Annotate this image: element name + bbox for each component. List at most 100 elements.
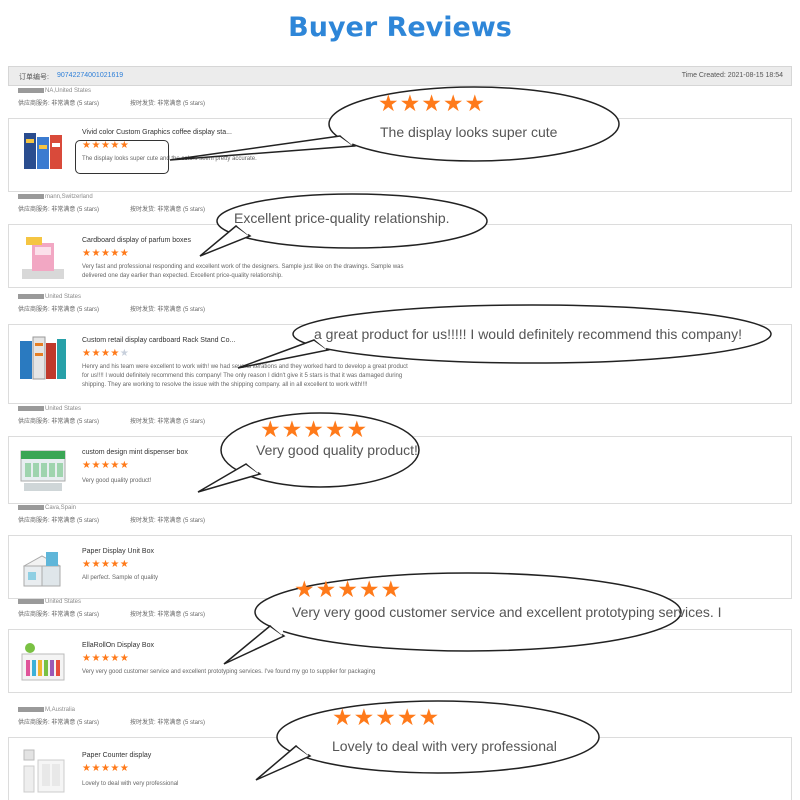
star-filled-icon: ★: [337, 576, 359, 602]
callout-quote: Very very good customer service and exce…: [292, 604, 722, 620]
review-text: Lovely to deal with very professional: [82, 781, 179, 787]
redacted-name: [18, 88, 44, 93]
star-filled-icon: ★: [358, 576, 381, 602]
star-filled-icon: ★: [91, 348, 101, 359]
star-filled-icon: ★: [442, 90, 465, 116]
star-filled-icon: ★: [260, 416, 282, 442]
supplier-service-rating: 供应商服务: 非常满意 (5 stars): [18, 720, 100, 726]
star-filled-icon: ★: [315, 576, 338, 602]
supplier-service-rating: 供应商服务: 非常满意 (5 stars): [18, 419, 100, 425]
on-time-delivery-rating: 按时发货: 非常满意 (5 stars): [130, 307, 206, 313]
star-filled-icon: ★: [110, 348, 120, 359]
callout-bubble: ★★★★★ Lovely to deal with very profession…: [255, 700, 600, 781]
product-name-link[interactable]: Paper Display Unit Box: [82, 548, 154, 555]
review-star-rating: ★★★★★: [82, 349, 129, 359]
star-filled-icon: ★: [281, 416, 304, 442]
star-filled-icon: ★: [464, 90, 487, 116]
callout-bubble: ★★★★★ Very very good customer service and…: [223, 572, 722, 665]
star-filled-icon: ★: [380, 576, 403, 602]
review-star-rating: ★★★★★: [82, 560, 129, 570]
product-name-link[interactable]: Cardboard display of parfum boxes: [82, 237, 191, 244]
star-filled-icon: ★: [91, 763, 101, 774]
star-filled-icon: ★: [100, 763, 111, 774]
reviewer-name: United States: [18, 294, 81, 300]
product-thumbnail[interactable]: [18, 638, 68, 688]
reviewer-name: United States: [18, 406, 81, 412]
star-filled-icon: ★: [294, 576, 316, 602]
star-filled-icon: ★: [119, 653, 130, 664]
callout-bubble: ★★★★★ The display looks super cute: [169, 86, 620, 162]
star-filled-icon: ★: [110, 460, 120, 471]
order-number-link[interactable]: 90742274001021619: [57, 72, 123, 79]
callout-star-rating: ★★★★★: [260, 416, 369, 442]
review-header: Cava,Spain 供应商服务: 非常满意 (5 stars) 按时发货: 非常满…: [8, 505, 792, 525]
product-thumbnail[interactable]: [18, 544, 68, 594]
reviewer-name: mann,Switzerland: [18, 194, 93, 200]
product-name-link[interactable]: custom design mint dispenser box: [82, 449, 188, 456]
callout-bubble: ★★★★★ Very good quality product!: [197, 412, 420, 493]
highlight-box: [75, 140, 169, 174]
star-filled-icon: ★: [119, 248, 130, 259]
star-filled-icon: ★: [119, 460, 130, 471]
reviewer-name: M,Australia: [18, 707, 75, 713]
star-filled-icon: ★: [324, 416, 347, 442]
callout-star-rating: ★★★★★: [378, 90, 487, 116]
star-filled-icon: ★: [353, 704, 376, 730]
star-filled-icon: ★: [110, 653, 120, 664]
redacted-name: [18, 599, 44, 604]
product-thumbnail[interactable]: [18, 746, 68, 796]
on-time-delivery-rating: 按时发货: 非常满意 (5 stars): [130, 101, 206, 107]
star-filled-icon: ★: [346, 416, 369, 442]
redacted-name: [18, 707, 44, 712]
star-filled-icon: ★: [119, 763, 130, 774]
reviewer-name: United States: [18, 599, 81, 605]
product-thumbnail[interactable]: [18, 127, 68, 177]
callout-star-rating: ★★★★★: [294, 576, 403, 602]
star-filled-icon: ★: [332, 704, 354, 730]
star-filled-icon: ★: [396, 704, 419, 730]
order-number-label: 订单编号:: [19, 74, 49, 81]
callout-star-rating: ★★★★★: [332, 704, 440, 730]
star-filled-icon: ★: [110, 248, 120, 259]
star-filled-icon: ★: [378, 90, 400, 116]
star-filled-icon: ★: [421, 90, 443, 116]
callout-quote: Lovely to deal with very professional: [332, 738, 557, 754]
on-time-delivery-rating: 按时发货: 非常满意 (5 stars): [130, 518, 206, 524]
on-time-delivery-rating: 按时发货: 非常满意 (5 stars): [130, 612, 206, 618]
product-thumbnail[interactable]: [18, 445, 68, 495]
supplier-service-rating: 供应商服务: 非常满意 (5 stars): [18, 518, 100, 524]
product-name-link[interactable]: EllaRollOn Display Box: [82, 642, 154, 649]
callout-bubble: Excellent price-quality relationship.: [199, 193, 488, 257]
callout-quote: Excellent price-quality relationship.: [234, 210, 450, 226]
supplier-service-rating: 供应商服务: 非常满意 (5 stars): [18, 612, 100, 618]
review-star-rating: ★★★★★: [82, 461, 129, 471]
star-filled-icon: ★: [91, 559, 101, 570]
star-filled-icon: ★: [303, 416, 325, 442]
callout-bubble: a great product for us!!!!! I would defi…: [237, 304, 772, 369]
star-filled-icon: ★: [375, 704, 397, 730]
review-star-rating: ★★★★★: [82, 249, 129, 259]
product-thumbnail[interactable]: [18, 333, 68, 383]
star-filled-icon: ★: [399, 90, 422, 116]
product-thumbnail[interactable]: [18, 233, 68, 283]
reviewer-name: Cava,Spain: [18, 505, 76, 511]
on-time-delivery-rating: 按时发货: 非常满意 (5 stars): [130, 720, 206, 726]
star-filled-icon: ★: [100, 653, 111, 664]
reviewer-name: NA,United States: [18, 88, 91, 94]
on-time-delivery-rating: 按时发货: 非常满意 (5 stars): [130, 419, 206, 425]
review-star-rating: ★★★★★: [82, 654, 129, 664]
product-name-link[interactable]: Vivid color Custom Graphics coffee displ…: [82, 129, 232, 136]
redacted-name: [18, 294, 44, 299]
star-filled-icon: ★: [119, 559, 130, 570]
on-time-delivery-rating: 按时发货: 非常满意 (5 stars): [130, 207, 206, 213]
supplier-service-rating: 供应商服务: 非常满意 (5 stars): [18, 307, 100, 313]
star-filled-icon: ★: [91, 248, 101, 259]
star-filled-icon: ★: [91, 460, 101, 471]
star-filled-icon: ★: [91, 653, 101, 664]
callout-quote: The display looks super cute: [380, 124, 558, 140]
product-name-link[interactable]: Paper Counter display: [82, 752, 151, 759]
product-name-link[interactable]: Custom retail display cardboard Rack Sta…: [82, 337, 235, 344]
supplier-service-rating: 供应商服务: 非常满意 (5 stars): [18, 207, 100, 213]
redacted-name: [18, 505, 44, 510]
review-text: Very very good customer service and exce…: [82, 669, 376, 675]
